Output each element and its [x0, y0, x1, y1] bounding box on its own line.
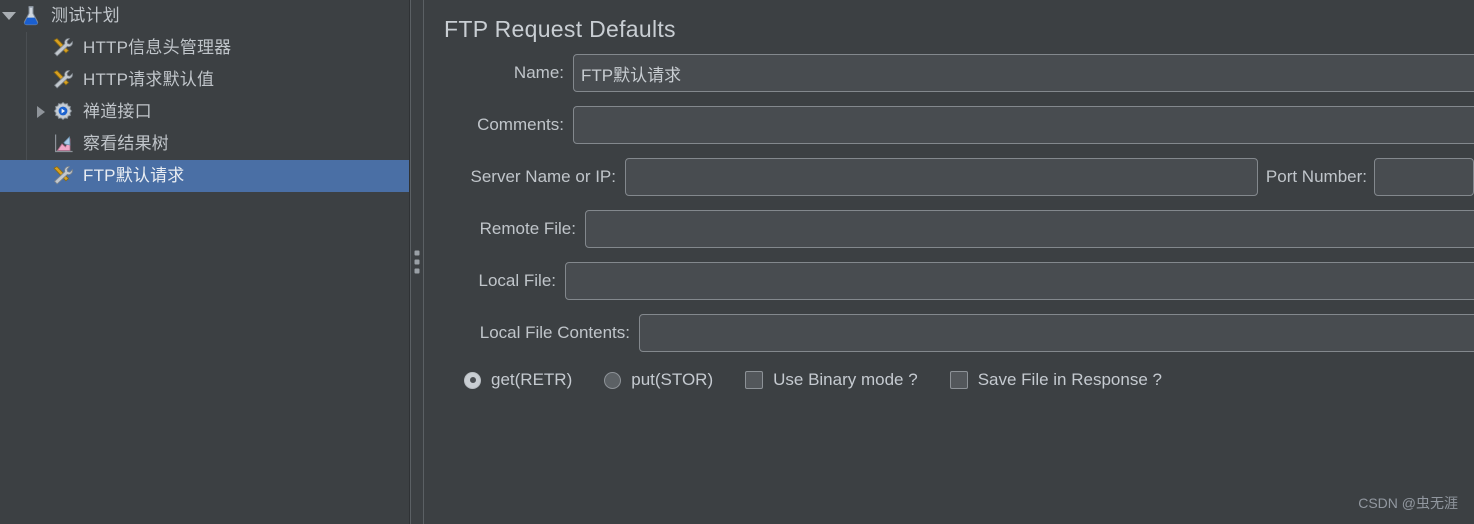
- jmeter-window: 测试计划 HTTP信息头管理器 HTTP请求默认值 禅道接口 察看结果树 FTP默认请求 …: [0, 0, 1474, 524]
- tree-item-label: HTTP信息头管理器: [83, 38, 232, 57]
- tree-item-4[interactable]: 察看结果树: [0, 128, 409, 160]
- comments-row: Comments:: [424, 106, 1474, 144]
- watermark: CSDN @虫无涯: [1358, 495, 1458, 511]
- put-stor-option[interactable]: put(STOR): [604, 370, 713, 390]
- name-label: Name:: [513, 63, 564, 82]
- tree-item-label: 察看结果树: [83, 134, 169, 153]
- local-file-label: Local File:: [478, 271, 556, 290]
- flask-icon: [18, 4, 44, 28]
- server-name-label: Server Name or IP:: [470, 167, 617, 186]
- use-binary-mode-checkbox[interactable]: [745, 371, 764, 389]
- test-plan-tree[interactable]: 测试计划 HTTP信息头管理器 HTTP请求默认值 禅道接口察看结果树 FTP默认请求: [0, 0, 410, 524]
- results-tree-icon: [50, 132, 76, 156]
- comments-input[interactable]: [573, 106, 1474, 144]
- local-file-input[interactable]: [565, 262, 1474, 300]
- server-row: Server Name or IP: Port Number:: [424, 158, 1474, 196]
- local-file-contents-label: Local File Contents:: [479, 323, 630, 342]
- chevron-down-icon[interactable]: [0, 0, 18, 32]
- comments-label: Comments:: [477, 115, 564, 134]
- port-number-label: Port Number:: [1265, 167, 1367, 186]
- tools-icon: [50, 36, 76, 60]
- tools-icon: [50, 68, 76, 92]
- tree-item-3[interactable]: 禅道接口: [0, 96, 409, 128]
- tree-item-0[interactable]: 测试计划: [0, 0, 409, 32]
- tree-item-label: HTTP请求默认值: [83, 70, 215, 89]
- remote-file-row: Remote File:: [424, 210, 1474, 248]
- use-binary-mode-label: Use Binary mode ?: [773, 370, 918, 389]
- save-file-in-response-label: Save File in Response ?: [977, 370, 1162, 389]
- panel-splitter[interactable]: [410, 0, 424, 524]
- remote-file-input[interactable]: [585, 210, 1474, 248]
- save-file-in-response-option[interactable]: Save File in Response ?: [949, 370, 1162, 390]
- name-input[interactable]: FTP默认请求: [573, 54, 1474, 92]
- get-retr-label: get(RETR): [491, 370, 573, 389]
- tree-item-2[interactable]: HTTP请求默认值: [0, 64, 409, 96]
- chevron-right-icon[interactable]: [32, 96, 50, 128]
- ftp-options-row: get(RETR) put(STOR) Use Binary mode ? Sa…: [424, 366, 1474, 394]
- get-retr-radio[interactable]: [464, 371, 481, 389]
- splitter-grip-icon[interactable]: [414, 250, 420, 274]
- ftp-request-defaults-panel: FTP Request Defaults Name: FTP默认请求 Comme…: [424, 0, 1474, 524]
- local-file-contents-row: Local File Contents:: [424, 314, 1474, 352]
- local-file-row: Local File:: [424, 262, 1474, 300]
- tree-item-label: 禅道接口: [83, 102, 152, 121]
- gear-icon: [50, 100, 76, 124]
- put-stor-label: put(STOR): [631, 370, 714, 389]
- put-stor-radio[interactable]: [604, 371, 622, 389]
- tree-item-label: 测试计划: [51, 6, 120, 25]
- port-number-input[interactable]: [1374, 158, 1474, 196]
- use-binary-mode-option[interactable]: Use Binary mode ?: [745, 370, 918, 390]
- get-retr-option[interactable]: get(RETR): [464, 370, 572, 390]
- tree-item-1[interactable]: HTTP信息头管理器: [0, 32, 409, 64]
- tree-item-label: FTP默认请求: [83, 166, 185, 185]
- save-file-in-response-checkbox[interactable]: [949, 371, 968, 389]
- name-row: Name: FTP默认请求: [424, 54, 1474, 92]
- page-title: FTP Request Defaults: [444, 16, 676, 42]
- remote-file-label: Remote File:: [479, 219, 576, 238]
- tree-item-5[interactable]: FTP默认请求: [0, 160, 409, 192]
- tools-icon: [50, 164, 76, 188]
- server-name-input[interactable]: [625, 158, 1258, 196]
- ftp-form: Name: FTP默认请求 Comments: Server Name or I…: [424, 54, 1474, 394]
- local-file-contents-input[interactable]: [639, 314, 1474, 352]
